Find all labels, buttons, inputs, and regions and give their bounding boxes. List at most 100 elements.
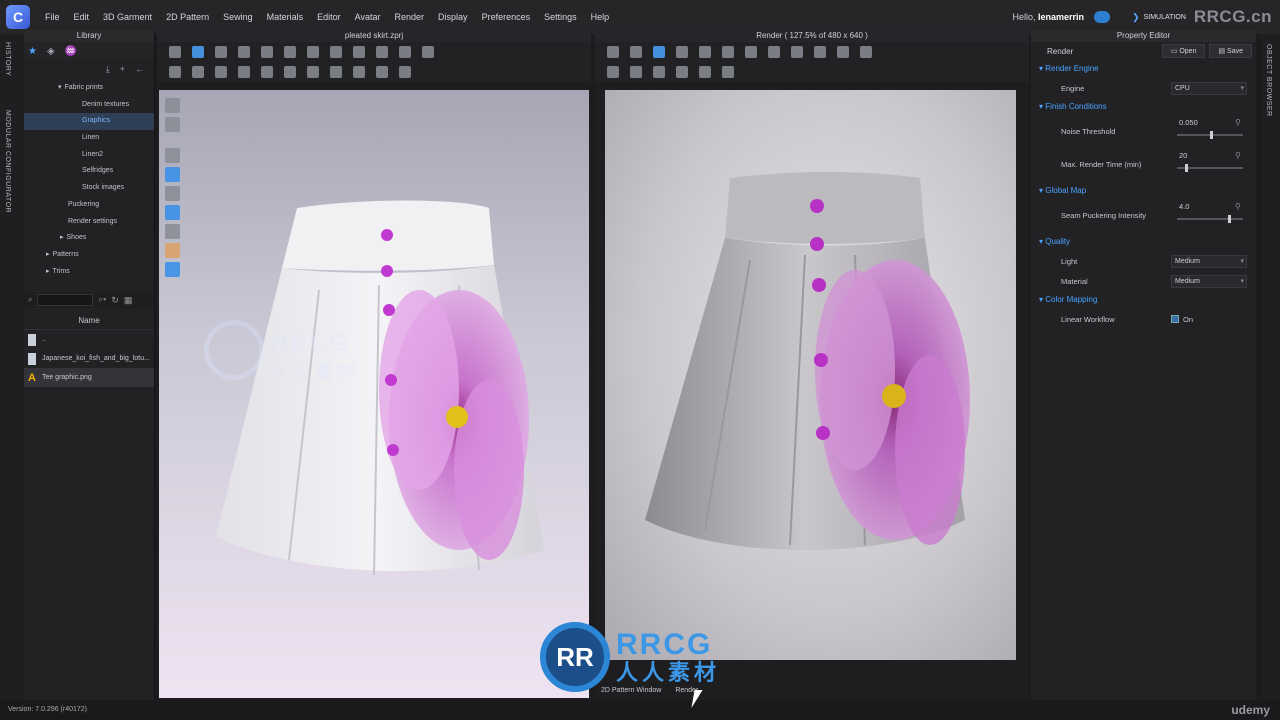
material-select[interactable]: Medium (1171, 274, 1247, 288)
file-row[interactable]: Japanese_koi_fish_and_big_lotu... (24, 349, 154, 368)
section-color-mapping[interactable]: ▾ Color Mapping (1031, 291, 1256, 309)
puckering-tool-icon[interactable] (353, 66, 365, 78)
render-wand-icon[interactable] (653, 66, 665, 78)
render-camera-icon[interactable] (630, 46, 642, 58)
tree-arrow-icon[interactable]: ▸ (46, 251, 50, 258)
menu-avatar[interactable]: Avatar (348, 12, 388, 22)
tree-item[interactable]: Linen (24, 130, 154, 147)
engine-select[interactable]: CPU (1171, 81, 1247, 95)
slider-handle[interactable] (1228, 215, 1232, 223)
menu-2d-pattern[interactable]: 2D Pattern (159, 12, 216, 22)
open-button[interactable]: ▭ Open (1161, 44, 1206, 58)
menu-file[interactable]: File (38, 12, 67, 22)
render-save-icon[interactable] (699, 46, 711, 58)
tree-item[interactable]: ▸ Patterns (24, 247, 154, 264)
grid-view-icon[interactable]: ▦ (124, 295, 133, 306)
seam-tool-icon[interactable] (261, 66, 273, 78)
render-light-icon[interactable] (791, 46, 803, 58)
seam-puckering-value[interactable]: 4.0 (1179, 202, 1189, 211)
zipper-tool-icon[interactable] (376, 66, 388, 78)
tree-item[interactable]: Graphics (24, 113, 154, 131)
filter-search-icon[interactable]: ⌕▾ (98, 295, 106, 305)
save-button[interactable]: ▤ Save (1209, 44, 1252, 58)
light-select[interactable]: Medium (1171, 254, 1247, 268)
tab-history[interactable]: HISTORY (4, 42, 11, 76)
slider-handle[interactable] (1210, 131, 1213, 139)
render-turntable-icon[interactable] (745, 46, 757, 58)
linear-workflow-checkbox[interactable] (1171, 315, 1179, 323)
box-tool-icon[interactable] (238, 46, 250, 58)
pin-icon[interactable]: ⚲ (1235, 202, 1241, 211)
tree-arrow-icon[interactable]: ▸ (60, 234, 64, 241)
menu-render[interactable]: Render (388, 12, 432, 22)
tree-item[interactable]: Linen2 (24, 147, 154, 164)
render-brush-icon[interactable] (630, 66, 642, 78)
fold-tool-icon[interactable] (330, 46, 342, 58)
back-icon[interactable]: ← (135, 64, 144, 74)
menu-materials[interactable]: Materials (260, 12, 311, 22)
render-stop-icon[interactable] (860, 46, 872, 58)
refresh-icon[interactable]: ↻ (111, 295, 119, 306)
tack-tool-icon[interactable] (284, 46, 296, 58)
menu-display[interactable]: Display (431, 12, 475, 22)
avatar-tool-icon[interactable] (169, 66, 181, 78)
tree-item[interactable]: Render settings (24, 214, 154, 231)
arrange-tool-icon[interactable] (376, 46, 388, 58)
library-hanger-icon[interactable]: ♒ (65, 46, 77, 57)
max-render-time-slider[interactable] (1177, 164, 1243, 172)
render-sync-icon[interactable] (768, 46, 780, 58)
fabric-tool-icon[interactable] (284, 66, 296, 78)
cloud-sync-icon[interactable] (1094, 11, 1111, 23)
noise-threshold-slider[interactable] (1177, 131, 1243, 139)
render-snapshot-icon[interactable] (722, 46, 734, 58)
menu-preferences[interactable]: Preferences (475, 12, 538, 22)
add-icon[interactable]: + (120, 64, 125, 74)
select-tool-icon[interactable] (169, 46, 181, 58)
measure-tool-icon[interactable] (399, 46, 411, 58)
move-tool-icon[interactable] (192, 46, 204, 58)
tree-arrow-icon[interactable]: ▾ (58, 84, 62, 91)
menu-edit[interactable]: Edit (67, 12, 97, 22)
tree-item[interactable]: Puckering (24, 197, 154, 214)
transform-tool-icon[interactable] (215, 46, 227, 58)
tree-item[interactable]: ▾ Fabric prints (24, 80, 154, 97)
render-canvas[interactable] (605, 90, 1016, 660)
column-header-name[interactable]: Name (24, 312, 154, 331)
search-input[interactable] (37, 294, 94, 307)
tree-item[interactable]: ▸ Shoes (24, 230, 154, 247)
pin-icon[interactable]: ⚲ (1235, 118, 1241, 127)
max-render-time-value[interactable]: 20 (1179, 151, 1187, 160)
tree-item[interactable]: ▸ Trims (24, 264, 154, 281)
download-icon[interactable]: ⤓ (106, 64, 110, 75)
library-garment-icon[interactable]: ◈ (47, 46, 55, 57)
render-image-icon[interactable] (653, 46, 665, 58)
section-finish-conditions[interactable]: ▾ Finish Conditions (1031, 98, 1256, 116)
cut-tool-icon[interactable] (238, 66, 250, 78)
tree-item[interactable]: Stock images (24, 180, 154, 197)
username[interactable]: lenamerrin (1038, 12, 1084, 22)
buttonhole-tool-icon[interactable] (399, 66, 411, 78)
tree-item[interactable]: Denim textures (24, 97, 154, 114)
menu-sewing[interactable]: Sewing (216, 12, 260, 22)
slider-handle[interactable] (1184, 164, 1188, 172)
menu-settings[interactable]: Settings (537, 12, 584, 22)
noise-threshold-value[interactable]: 0.050 (1179, 118, 1198, 127)
menu-help[interactable]: Help (584, 12, 617, 22)
menu-3d-garment[interactable]: 3D Garment (96, 12, 159, 22)
menu-editor[interactable]: Editor (310, 12, 348, 22)
render-bg-icon[interactable] (837, 46, 849, 58)
section-render-engine[interactable]: ▾ Render Engine (1031, 60, 1256, 78)
simulation-mode-button[interactable]: ❯ SIMULATION (1132, 12, 1186, 23)
render-dome-icon[interactable] (722, 66, 734, 78)
render-env-icon[interactable] (814, 46, 826, 58)
undo-tool-icon[interactable] (353, 46, 365, 58)
render-settings-icon[interactable] (607, 46, 619, 58)
pin-tool-icon[interactable] (307, 46, 319, 58)
render-video-icon[interactable] (676, 46, 688, 58)
favorites-star-icon[interactable]: ★ (28, 46, 37, 57)
sewing-tool-icon[interactable] (192, 66, 204, 78)
render-download-icon[interactable] (607, 66, 619, 78)
3d-canvas[interactable]: RRCG 人人素材 (159, 90, 589, 698)
tree-arrow-icon[interactable]: ▸ (46, 268, 50, 275)
file-row[interactable]: .. (24, 330, 154, 349)
